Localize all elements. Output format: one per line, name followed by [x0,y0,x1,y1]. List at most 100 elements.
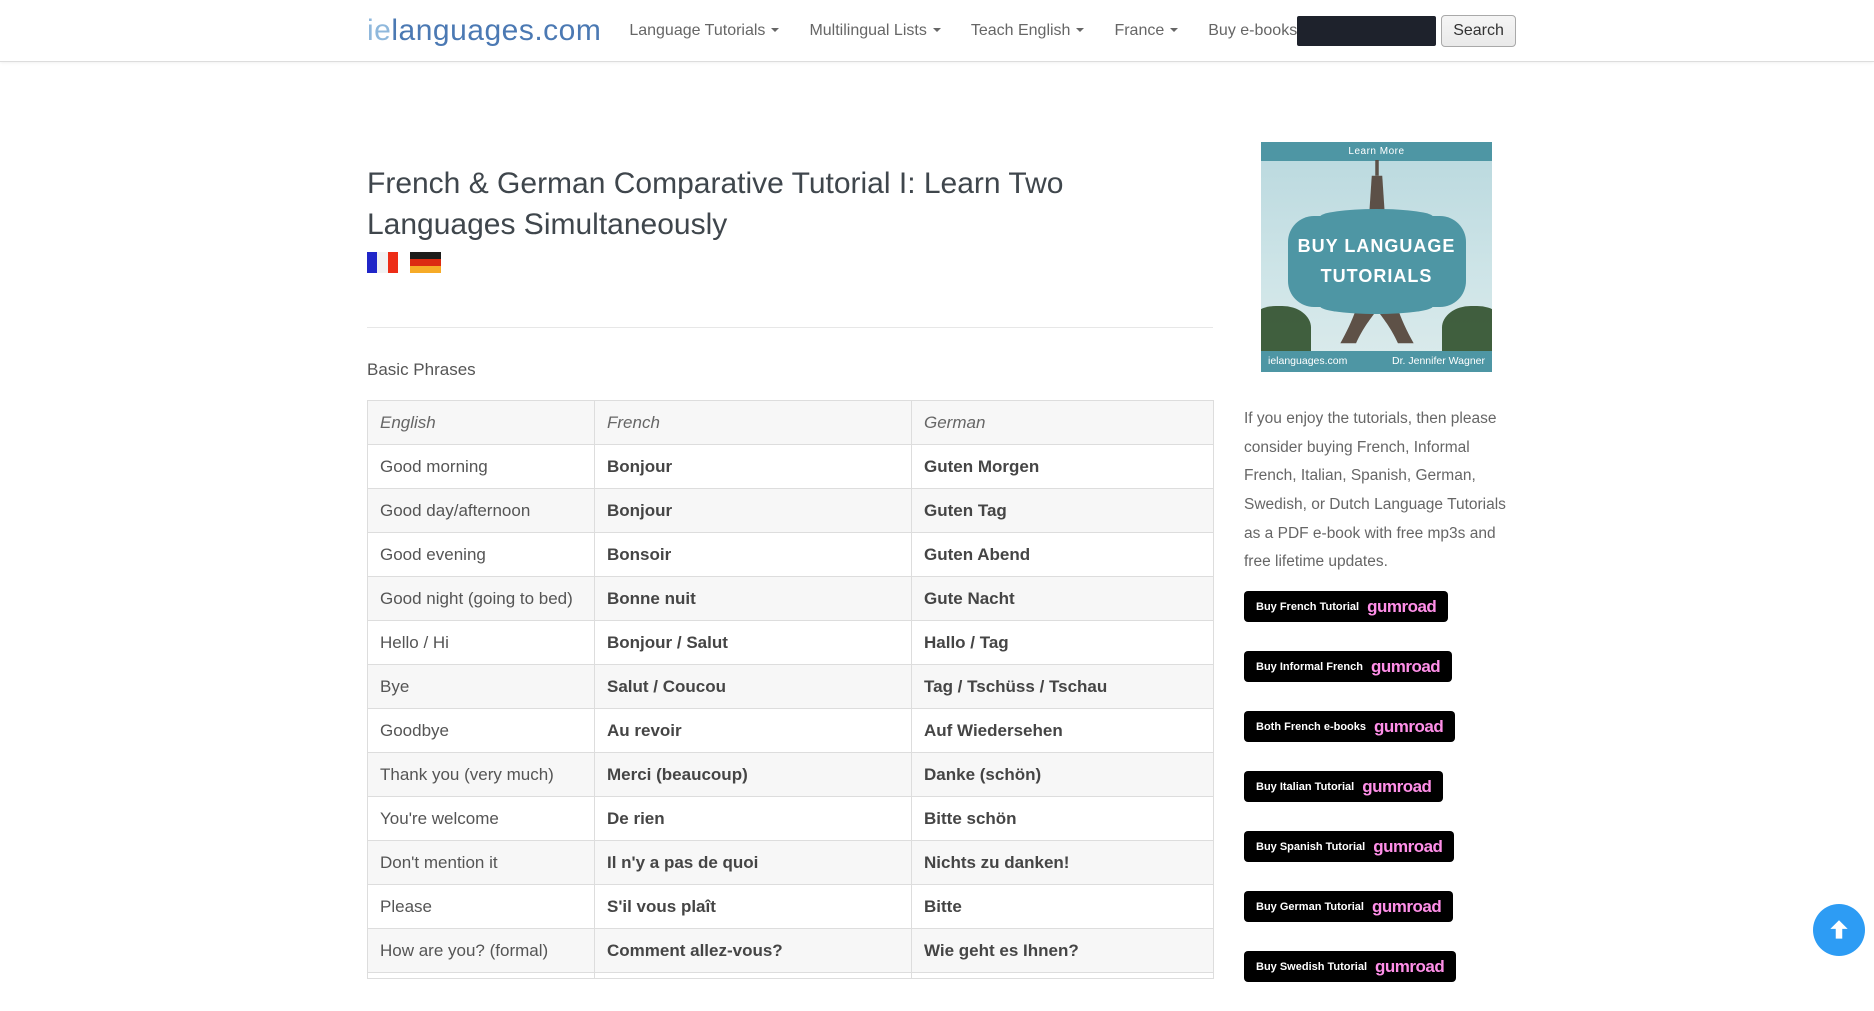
french-cell: Salut / Coucou [595,665,912,709]
german-cell: Guten Tag [912,489,1214,533]
english-cell: Good day/afternoon [368,489,595,533]
english-cell: Don't mention it [368,841,595,885]
nav-item-label: Language Tutorials [629,22,765,39]
french-cell: Bonjour [595,489,912,533]
gumroad-button-label: Buy Italian Tutorial [1256,781,1354,793]
chevron-down-icon [1170,28,1178,32]
main-column: French & German Comparative Tutorial I: … [367,62,1213,979]
col-header-english: English [368,401,595,445]
col-header-german: German [912,401,1214,445]
gumroad-button-label: Buy Swedish Tutorial [1256,961,1367,973]
gumroad-logo: gumroad [1367,597,1436,617]
gumroad-button-list: Buy French TutorialgumroadBuy Informal F… [1244,591,1507,982]
scroll-to-top-button[interactable] [1813,904,1865,956]
gumroad-button-label: Buy Spanish Tutorial [1256,841,1365,853]
top-navbar: ielanguages.com Language Tutorials Multil… [0,0,1874,62]
gumroad-button-buy-italian-tutorial[interactable]: Buy Italian Tutorial gumroad [1244,771,1443,802]
french-cell: S'il vous plaît [595,885,912,929]
french-cell: Comment allez-vous? [595,929,912,973]
german-cell: Gute Nacht [912,577,1214,621]
gumroad-logo: gumroad [1362,777,1431,797]
german-cell: Hallo / Tag [912,621,1214,665]
table-row: How are you? (formal)Comment allez-vous?… [368,929,1214,973]
table-row: ByeSalut / CoucouTag / Tschüss / Tschau [368,665,1214,709]
french-cell: Bonjour / Salut [595,621,912,665]
nav-item-label: Teach English [971,22,1071,39]
english-cell: Thank you (very much) [368,753,595,797]
english-cell: Please [368,885,595,929]
promo-credit-site: ielanguages.com [1268,351,1347,372]
german-flag-icon [410,252,441,273]
table-row: GoodbyeAu revoirAuf Wiedersehen [368,709,1214,753]
search-form: Search [1297,15,1516,47]
nav-item-teach-english[interactable]: Teach English [971,22,1085,40]
french-cell: Bonjour [595,445,912,489]
table-row-partial [368,973,1214,979]
english-cell: Bye [368,665,595,709]
nav-item-label: France [1114,22,1164,39]
table-row: Don't mention itIl n'y a pas de quoiNich… [368,841,1214,885]
nav-item-france[interactable]: France [1114,22,1178,40]
table-row: Good day/afternoonBonjourGuten Tag [368,489,1214,533]
gumroad-button-buy-spanish-tutorial[interactable]: Buy Spanish Tutorialgumroad [1244,831,1454,862]
gumroad-logo: gumroad [1374,717,1443,737]
phrases-table: English French German Good morningBonjou… [367,400,1214,979]
gumroad-button-buy-informal-french[interactable]: Buy Informal French gumroad [1244,651,1452,682]
promo-credit-author: Dr. Jennifer Wagner [1392,351,1485,372]
german-cell: Bitte [912,885,1214,929]
nav-item-label: Buy e-books [1208,22,1297,39]
gumroad-button-label: Buy Informal French [1256,661,1363,673]
promo-learn-more-banner: Learn More [1261,142,1492,161]
english-cell: Hello / Hi [368,621,595,665]
sidebar: Learn More BUY LANGUAGE TUTORIALS ielang… [1244,62,1507,1011]
nav-item-multilingual-lists[interactable]: Multilingual Lists [809,22,940,40]
nav-item-buy-e-books[interactable]: Buy e-books [1208,22,1297,40]
gumroad-button-both-french-e-books[interactable]: Both French e-booksgumroad [1244,711,1455,742]
french-flag-icon [367,252,398,273]
german-cell: Bitte schön [912,797,1214,841]
nav-item-label: Multilingual Lists [809,22,926,39]
german-cell: Danke (schön) [912,753,1214,797]
section-label: Basic Phrases [367,360,1213,380]
nav-item-language-tutorials[interactable]: Language Tutorials [629,22,779,40]
promo-title-line1: BUY LANGUAGE [1296,232,1458,262]
french-cell: Merci (beaucoup) [595,753,912,797]
buy-tutorials-promo-image[interactable]: Learn More BUY LANGUAGE TUTORIALS ielang… [1261,142,1492,372]
table-row: PleaseS'il vous plaîtBitte [368,885,1214,929]
promo-credits-bar: ielanguages.com Dr. Jennifer Wagner [1261,351,1492,372]
gumroad-button-buy-german-tutorial[interactable]: Buy German Tutorialgumroad [1244,891,1453,922]
table-row: Good morningBonjourGuten Morgen [368,445,1214,489]
site-logo[interactable]: ielanguages.com [367,14,601,48]
german-cell: Guten Morgen [912,445,1214,489]
gumroad-button-buy-swedish-tutorial[interactable]: Buy Swedish Tutorial gumroad [1244,951,1456,982]
french-cell: Au revoir [595,709,912,753]
gumroad-button-buy-french-tutorial[interactable]: Buy French Tutorial gumroad [1244,591,1448,622]
gumroad-logo: gumroad [1375,957,1444,977]
col-header-french: French [595,401,912,445]
french-cell [595,973,912,979]
english-cell [368,973,595,979]
english-cell: Goodbye [368,709,595,753]
search-input[interactable] [1297,16,1436,46]
french-cell: Bonsoir [595,533,912,577]
tree-icon [1261,306,1311,354]
promo-title-badge: BUY LANGUAGE TUTORIALS [1288,216,1466,307]
chevron-down-icon [771,28,779,32]
german-cell [912,973,1214,979]
english-cell: Good morning [368,445,595,489]
tutorials-pitch-text: If you enjoy the tutorials, then please … [1244,405,1507,577]
table-row: Hello / HiBonjour / SalutHallo / Tag [368,621,1214,665]
table-row: Thank you (very much)Merci (beaucoup)Dan… [368,753,1214,797]
english-cell: You're welcome [368,797,595,841]
french-cell: Il n'y a pas de quoi [595,841,912,885]
page-title: French & German Comparative Tutorial I: … [367,164,1213,245]
search-button[interactable]: Search [1441,15,1516,47]
english-cell: Good night (going to bed) [368,577,595,621]
gumroad-button-label: Buy French Tutorial [1256,601,1359,613]
divider [367,327,1213,328]
nav-links: Language Tutorials Multilingual Lists Teac… [629,22,1297,40]
gumroad-logo: gumroad [1371,657,1440,677]
promo-title-line2: TUTORIALS [1296,262,1458,292]
logo-prefix: ie [367,14,391,47]
flags-row [367,252,1213,273]
